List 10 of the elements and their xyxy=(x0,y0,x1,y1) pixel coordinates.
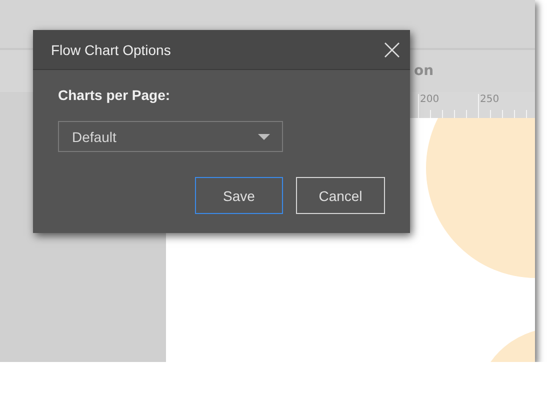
close-icon xyxy=(384,42,400,58)
ruler-label: 200 xyxy=(420,94,440,105)
caret-icon xyxy=(258,134,270,140)
field-label: Charts per Page: xyxy=(58,87,172,103)
save-button[interactable]: Save xyxy=(195,177,283,214)
close-button[interactable] xyxy=(382,40,402,60)
dialog-title: Flow Chart Options xyxy=(51,42,171,58)
cancel-button[interactable]: Cancel xyxy=(296,177,385,214)
ruler-label: 250 xyxy=(480,94,500,105)
charts-per-page-select[interactable]: Default xyxy=(58,121,283,152)
